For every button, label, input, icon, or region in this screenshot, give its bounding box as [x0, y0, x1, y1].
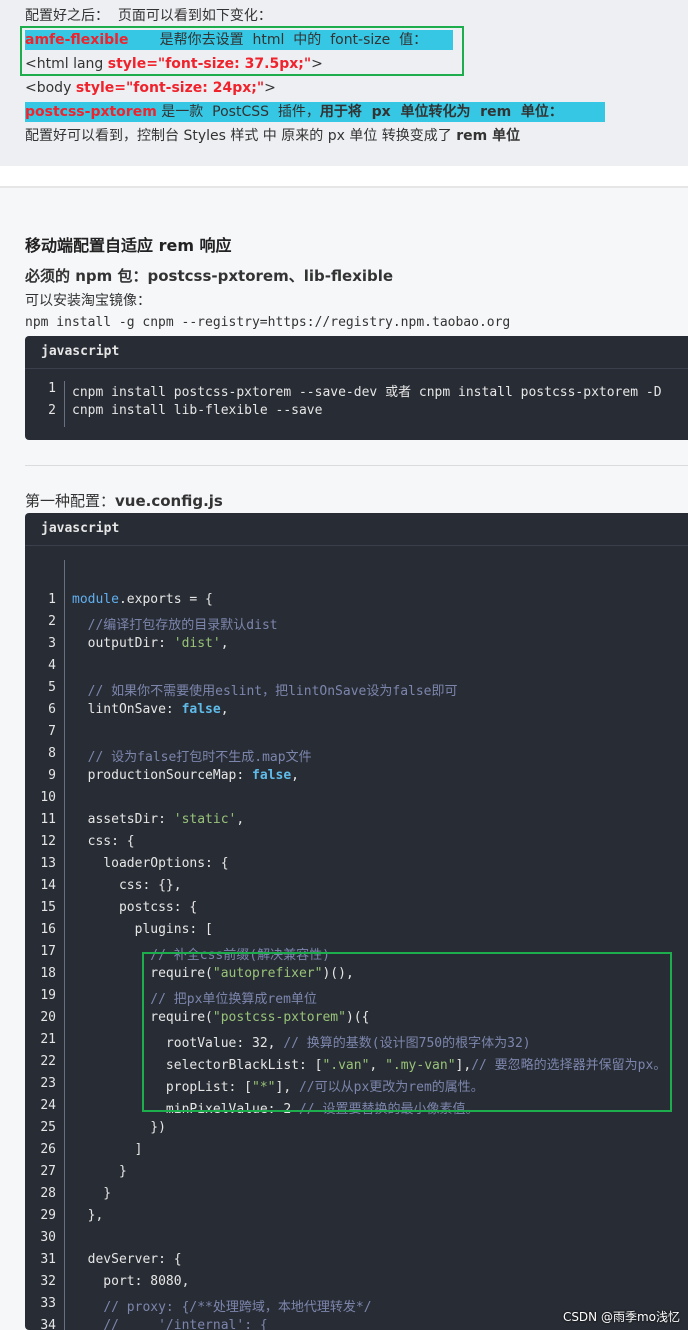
- line-number: 24: [40, 1098, 56, 1113]
- code-line: },: [72, 1208, 104, 1223]
- code-line: // 如果你不需要使用eslint，把lintOnSave设为false即可: [87, 684, 458, 699]
- code-block-install: javascript 1 cnpm install postcss-pxtore…: [25, 336, 688, 440]
- code-gutter: [64, 560, 65, 1330]
- line-number: 9: [48, 768, 56, 783]
- line-number: 21: [40, 1032, 56, 1047]
- line-number: 18: [40, 966, 56, 981]
- note-line-1: 配置好之后： 页面可以看到如下变化：: [25, 8, 272, 24]
- line-number: 1: [48, 592, 56, 607]
- line-number: 15: [40, 900, 56, 915]
- line-number: 28: [40, 1186, 56, 1201]
- code-line: postcss: {: [72, 900, 198, 915]
- code-line: plugins: [: [72, 922, 213, 937]
- line-number: 19: [40, 988, 56, 1003]
- code-line: // proxy: {/**处理跨域，本地代理转发*/: [103, 1300, 372, 1315]
- section-gap: [0, 166, 688, 188]
- postcss-pxtorem-label: postcss-pxtorem: [25, 104, 157, 120]
- code-gutter: [64, 381, 65, 427]
- divider: [25, 465, 688, 466]
- line-number: 27: [40, 1164, 56, 1179]
- mirror-note: 可以安装淘宝镜像：: [25, 293, 151, 309]
- line-number: 33: [40, 1296, 56, 1311]
- section-title: 移动端配置自适应 rem 响应: [25, 236, 232, 255]
- highlight-box-pxtorem: [142, 952, 672, 1112]
- code-line: }): [72, 1120, 166, 1135]
- code-line: module.exports = {: [72, 592, 213, 607]
- code-line: assetsDir: 'static',: [72, 812, 245, 827]
- line-number: 20: [40, 1010, 56, 1025]
- watermark: CSDN @雨季mo浅忆: [562, 1310, 680, 1324]
- line-number: 3: [48, 636, 56, 651]
- code-line: //编译打包存放的目录默认dist: [87, 618, 278, 633]
- line-number: 4: [48, 658, 56, 673]
- code-line: port: 8080,: [72, 1274, 190, 1289]
- line-number: 34: [40, 1318, 56, 1330]
- code-line: css: {: [72, 834, 135, 849]
- code-line: cnpm install lib-flexible --save: [72, 403, 323, 418]
- line-number: 29: [40, 1208, 56, 1223]
- line-number: 2: [48, 403, 56, 418]
- line-number: 31: [40, 1252, 56, 1267]
- note-line-5: postcss-pxtorem 是一款 PostCSS 插件，用于将 px 单位…: [25, 102, 605, 122]
- line-number: 14: [40, 878, 56, 893]
- line-number: 1: [48, 381, 56, 396]
- note-line-4: <body style="font-size: 24px;">: [25, 80, 276, 96]
- code-line: outputDir: 'dist',: [72, 636, 229, 651]
- line-number: 8: [48, 746, 56, 761]
- section-subtitle: 必须的 npm 包：postcss-pxtorem、lib-flexible: [25, 267, 394, 285]
- code-line: }: [72, 1186, 112, 1201]
- line-number: 5: [48, 680, 56, 695]
- line-number: 12: [40, 834, 56, 849]
- line-number: 26: [40, 1142, 56, 1157]
- line-number: 7: [48, 724, 56, 739]
- line-number: 25: [40, 1120, 56, 1135]
- code-lang-label: javascript: [25, 513, 688, 546]
- note-line-6: 配置好可以看到，控制台 Styles 样式 中 原来的 px 单位 转换变成了 …: [25, 128, 521, 144]
- code-line: lintOnSave: false,: [72, 702, 229, 717]
- line-number: 11: [40, 812, 56, 827]
- line-number: 13: [40, 856, 56, 871]
- line-number: 32: [40, 1274, 56, 1289]
- code-line: productionSourceMap: false,: [72, 768, 299, 783]
- code-line: // 设为false打包时不生成.map文件: [87, 750, 312, 765]
- line-number: 2: [48, 614, 56, 629]
- code-line: loaderOptions: {: [72, 856, 229, 871]
- code-line: }: [72, 1164, 127, 1179]
- code-lang-label: javascript: [25, 336, 688, 369]
- config-heading: 第一种配置：vue.config.js: [25, 492, 223, 510]
- line-number: 16: [40, 922, 56, 937]
- npm-command: npm install -g cnpm --registry=https://r…: [25, 315, 511, 330]
- code-line: devServer: {: [72, 1252, 182, 1267]
- highlight-box-top: [20, 26, 464, 76]
- code-line: cnpm install postcss-pxtorem --save-dev …: [72, 385, 662, 400]
- code-line: ]: [72, 1142, 143, 1157]
- line-number: 17: [40, 944, 56, 959]
- line-number: 23: [40, 1076, 56, 1091]
- line-number: 30: [40, 1230, 56, 1245]
- line-number: 10: [40, 790, 56, 805]
- line-number: 6: [48, 702, 56, 717]
- code-line: // '/internal': {: [103, 1318, 268, 1330]
- line-number: 22: [40, 1054, 56, 1069]
- code-line: css: {},: [72, 878, 182, 893]
- code-block-vue-config: javascript module.exports = { //编译打包存放的目…: [25, 513, 688, 1330]
